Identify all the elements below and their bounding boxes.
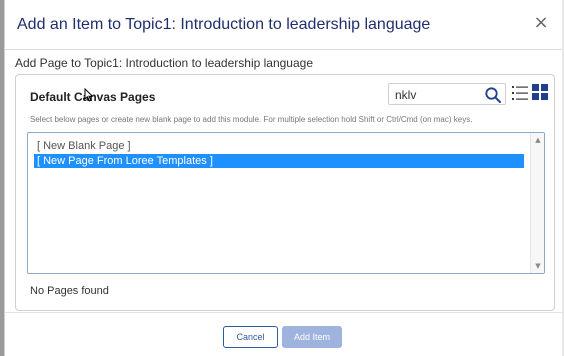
modal-subtitle: Add Page to Topic1: Introduction to lead… [15,56,313,70]
modal-header: Add an Item to Topic1: Introduction to l… [5,0,562,50]
pointer-cursor-icon [84,88,94,102]
scroll-up-arrow-icon[interactable]: ▲ [534,136,542,144]
canvas-pages-panel: Default Canvas Pages Select below pages … [15,74,555,311]
search-input[interactable] [395,86,481,104]
close-icon[interactable]: × [532,14,550,32]
listbox-scrollbar[interactable]: ▲ ▼ [530,133,544,273]
cancel-button[interactable]: Cancel [223,326,278,348]
grid-view-icon[interactable] [532,84,548,100]
option-new-blank-page[interactable]: [ New Blank Page ] [34,139,524,153]
modal-footer: Cancel Add Item [5,312,563,356]
list-view-icon[interactable] [512,85,528,101]
scroll-down-arrow-icon[interactable]: ▼ [534,262,542,270]
search-box [388,83,506,105]
add-item-modal: Add an Item to Topic1: Introduction to l… [4,0,563,356]
modal-title: Add an Item to Topic1: Introduction to l… [17,16,431,33]
pages-listbox[interactable]: [ New Blank Page ] [ New Page From Loree… [27,132,545,274]
add-item-button[interactable]: Add Item [282,326,342,348]
search-icon[interactable] [484,86,502,104]
instruction-text: Select below pages or create new blank p… [30,115,473,124]
empty-state-message: No Pages found [30,285,109,297]
option-new-page-from-templates[interactable]: [ New Page From Loree Templates ] [34,154,524,168]
